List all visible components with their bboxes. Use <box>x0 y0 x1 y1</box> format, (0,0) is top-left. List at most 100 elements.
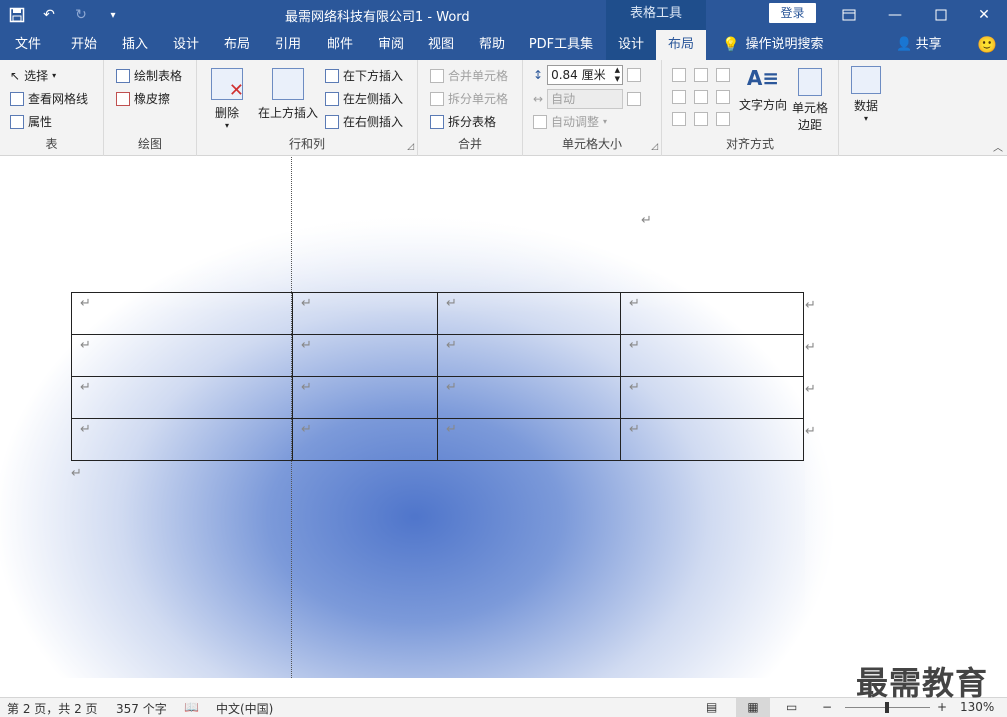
table-cell[interactable]: ↵ <box>437 376 621 419</box>
align-top-left-icon[interactable] <box>672 68 686 82</box>
table-cell[interactable]: ↵ <box>292 376 438 419</box>
tab-insert[interactable]: 插入 <box>110 30 160 60</box>
undo-icon[interactable]: ↶ <box>38 4 60 26</box>
tab-table-layout[interactable]: 布局 <box>656 30 706 60</box>
table-cell[interactable]: ↵ <box>437 418 621 461</box>
select-button[interactable]: ↖ 选择 ▾ <box>10 67 56 84</box>
customize-qat-icon[interactable]: ▾ <box>102 4 124 26</box>
table-cell[interactable]: ↵ <box>620 376 804 419</box>
spinner-icon[interactable]: ▲ ▼ <box>615 66 620 84</box>
align-top-center-icon[interactable] <box>694 68 708 82</box>
table-cell[interactable]: ↵ <box>620 334 804 377</box>
align-middle-left-icon[interactable] <box>672 90 686 104</box>
collapse-ribbon-icon[interactable]: ︿ <box>993 139 1003 154</box>
alignment-grid <box>672 68 732 126</box>
maximize-icon[interactable] <box>918 0 964 30</box>
login-button[interactable]: 登录 <box>769 3 816 23</box>
document-table[interactable]: ↵ ↵ ↵ ↵ ↵ ↵ ↵ ↵ ↵ ↵ ↵ ↵ ↵ ↵ ↵ ↵ <box>71 292 804 461</box>
print-layout-icon[interactable]: ▦ <box>736 698 770 717</box>
align-middle-right-icon[interactable] <box>716 90 730 104</box>
table-cell[interactable]: ↵ <box>292 292 438 335</box>
split-cells-button[interactable]: 拆分单元格 <box>430 90 508 107</box>
insert-right-button[interactable]: 在右侧插入 <box>325 113 403 130</box>
read-mode-icon[interactable]: ▤ <box>706 700 717 714</box>
align-bottom-right-icon[interactable] <box>716 112 730 126</box>
insert-right-icon <box>325 114 339 129</box>
data-button[interactable]: 数据 ▾ <box>849 66 883 123</box>
tab-review[interactable]: 审阅 <box>366 30 416 60</box>
view-gridlines-button[interactable]: 查看网格线 <box>10 90 88 107</box>
tab-help[interactable]: 帮助 <box>466 30 518 60</box>
merge-cells-button[interactable]: 合并单元格 <box>430 67 508 84</box>
table-cell[interactable]: ↵ <box>437 292 621 335</box>
table-cell[interactable]: ↵ <box>292 334 438 377</box>
document-area[interactable]: ↵ ↵ ↵ ↵ ↵ ↵ ↵ ↵ ↵ ↵ ↵ ↵ ↵ ↵ ↵ ↵ ↵ ↵ ↵ ↵ … <box>0 157 1007 678</box>
chevron-down-icon: ▾ <box>52 71 57 80</box>
smiley-icon[interactable]: 🙂 <box>972 30 1002 60</box>
tab-references[interactable]: 引用 <box>262 30 314 60</box>
eraser-button[interactable]: 橡皮擦 <box>116 90 170 107</box>
cell-margins-button[interactable]: 单元格 边距 <box>790 68 830 133</box>
share-button[interactable]: 👤 共享 <box>893 30 945 60</box>
table-cell[interactable]: ↵ <box>292 418 438 461</box>
zoom-out-icon[interactable]: − <box>822 700 832 714</box>
insert-above-button[interactable]: 在上方插入 <box>255 68 321 121</box>
language[interactable]: 中文(中国) <box>216 700 273 717</box>
delete-button[interactable]: ✕ 删除 ▾ <box>207 68 247 130</box>
distribute-cols-icon[interactable] <box>627 92 642 106</box>
properties-button[interactable]: 属性 <box>10 113 52 130</box>
table-cell[interactable]: ↵ <box>620 418 804 461</box>
tab-mailings[interactable]: 邮件 <box>314 30 366 60</box>
align-middle-center-icon[interactable] <box>694 90 708 104</box>
align-bottom-left-icon[interactable] <box>672 112 686 126</box>
cell-margins-label-2: 边距 <box>797 118 822 132</box>
tell-me-search[interactable]: 💡 操作说明搜索 <box>718 30 828 60</box>
text-direction-button[interactable]: A≡ 文字方向 <box>736 66 790 113</box>
table-cell[interactable]: ↵ <box>620 292 804 335</box>
group-label-rows-columns: 行和列 <box>288 137 325 151</box>
group-merge: 合并单元格 拆分单元格 拆分表格 合并 <box>418 60 523 156</box>
table-cell[interactable]: ↵ <box>71 292 293 335</box>
insert-above-label: 在上方插入 <box>257 106 318 120</box>
insert-left-button[interactable]: 在左侧插入 <box>325 90 403 107</box>
dialog-launcher-icon[interactable]: ◿ <box>651 142 658 152</box>
tab-design[interactable]: 设计 <box>160 30 212 60</box>
table-cell[interactable]: ↵ <box>71 334 293 377</box>
table-cell[interactable]: ↵ <box>71 376 293 419</box>
merge-cells-label: 合并单元格 <box>448 69 509 83</box>
proofing-icon[interactable]: 📖 <box>184 700 199 714</box>
table-cell[interactable]: ↵ <box>71 418 293 461</box>
redo-icon[interactable]: ↻ <box>70 4 92 26</box>
save-icon[interactable] <box>6 4 28 26</box>
cell-margins-label-1: 单元格 <box>791 101 828 115</box>
tab-home[interactable]: 开始 <box>58 30 110 60</box>
align-top-right-icon[interactable] <box>716 68 730 82</box>
row-height-input[interactable]: 0.84 厘米 ▲ ▼ <box>547 65 624 85</box>
tab-file[interactable]: 文件 <box>4 30 52 60</box>
minimize-icon[interactable]: — <box>872 0 918 30</box>
col-width-input[interactable]: 自动 <box>547 89 624 109</box>
draw-table-button[interactable]: 绘制表格 <box>116 67 182 84</box>
align-bottom-center-icon[interactable] <box>694 112 708 126</box>
chevron-down-icon: ▾ <box>603 117 608 126</box>
tab-pdf-tools[interactable]: PDF工具集 <box>522 30 600 60</box>
distribute-rows-icon[interactable] <box>627 68 642 82</box>
watermark: 最需教育 <box>856 664 989 702</box>
tab-layout[interactable]: 布局 <box>212 30 262 60</box>
autofit-button[interactable]: 自动调整 ▾ <box>533 113 607 130</box>
ribbon-display-icon[interactable] <box>826 0 872 30</box>
document-title: 最需网络科技有限公司1 - Word <box>285 10 470 25</box>
ribbon-tab-bar: 文件 开始 插入 设计 布局 引用 邮件 审阅 视图 帮助 PDF工具集 设计 … <box>0 30 1007 60</box>
insert-below-button[interactable]: 在下方插入 <box>325 67 403 84</box>
page-count[interactable]: 第 2 页，共 2 页 <box>7 700 98 717</box>
split-table-button[interactable]: 拆分表格 <box>430 113 496 130</box>
tab-view[interactable]: 视图 <box>416 30 466 60</box>
word-count[interactable]: 357 个字 <box>116 700 167 717</box>
split-cells-icon <box>430 91 444 106</box>
table-cell[interactable]: ↵ <box>437 334 621 377</box>
row-height-icon: ↕ <box>533 68 544 82</box>
tab-table-design[interactable]: 设计 <box>606 30 656 60</box>
close-icon[interactable]: ✕ <box>961 0 1007 30</box>
dialog-launcher-icon[interactable]: ◿ <box>407 142 414 152</box>
web-layout-icon[interactable]: ▭ <box>786 700 797 714</box>
